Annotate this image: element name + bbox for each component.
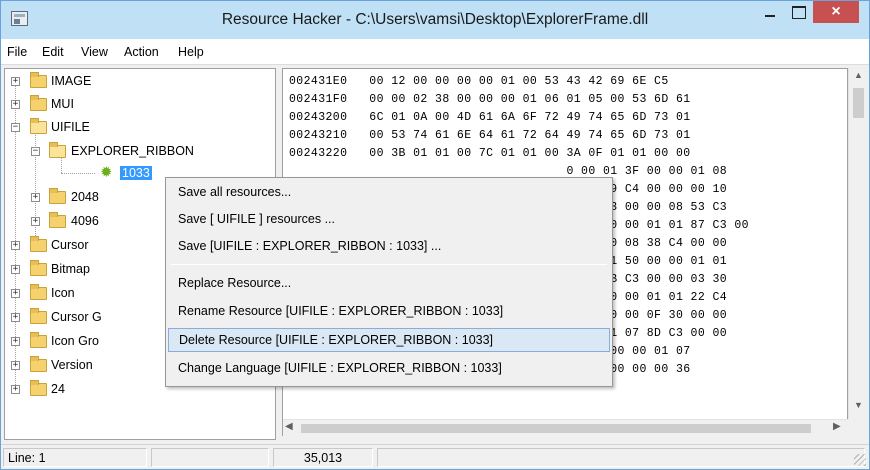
hex-row: 00243200 6C 01 0A 00 4D 61 6A 6F 72 49 7… — [289, 111, 691, 124]
folder-open-icon — [49, 142, 66, 158]
menu-change-language[interactable]: Change Language [UIFILE : EXPLORER_RIBBO… — [168, 357, 610, 381]
status-size: 35,013 — [273, 448, 373, 467]
hex-row: 002431E0 00 12 00 00 00 00 01 00 53 43 4… — [289, 75, 669, 88]
minimize-button[interactable] — [757, 1, 783, 23]
title-bar[interactable]: Resource Hacker - C:\Users\vamsi\Desktop… — [1, 1, 869, 39]
menu-file[interactable]: File — [7, 45, 27, 59]
tree-item-label: IMAGE — [51, 74, 92, 88]
tree-item-label: Cursor — [51, 238, 89, 252]
scroll-down-icon[interactable]: ▼ — [849, 400, 868, 410]
gear-icon: ✹ — [100, 164, 113, 181]
context-menu: Save all resources... Save [ UIFILE ] re… — [165, 177, 613, 387]
tree-item-label: 2048 — [71, 190, 99, 204]
expand-toggle[interactable]: + — [11, 265, 20, 274]
tree-item-label: 24 — [51, 382, 65, 396]
tree-item-label: EXPLORER_RIBBON — [71, 144, 194, 158]
expand-toggle[interactable]: + — [11, 289, 20, 298]
vertical-scrollbar[interactable]: ▲ ▼ — [848, 68, 867, 419]
expand-toggle[interactable]: + — [31, 193, 40, 202]
folder-open-icon — [30, 118, 47, 134]
menu-save-uifile-resources[interactable]: Save [ UIFILE ] resources ... — [168, 208, 610, 232]
tree-item-image[interactable]: + IMAGE — [9, 72, 269, 91]
maximize-button[interactable] — [785, 1, 811, 23]
folder-icon — [30, 284, 47, 300]
menu-separator — [171, 264, 607, 265]
menu-save-all-resources[interactable]: Save all resources... — [168, 181, 610, 205]
status-empty — [151, 448, 269, 467]
menu-rename-resource[interactable]: Rename Resource [UIFILE : EXPLORER_RIBBO… — [168, 300, 610, 324]
window-title: Resource Hacker - C:\Users\vamsi\Desktop… — [221, 11, 649, 28]
tree-item-label: Bitmap — [51, 262, 90, 276]
menu-delete-resource[interactable]: Delete Resource [UIFILE : EXPLORER_RIBBO… — [168, 328, 610, 352]
resource-hacker-window: Resource Hacker - C:\Users\vamsi\Desktop… — [0, 0, 870, 470]
collapse-toggle[interactable]: − — [31, 147, 40, 156]
folder-icon — [30, 332, 47, 348]
collapse-toggle[interactable]: − — [11, 123, 20, 132]
expand-toggle[interactable]: + — [11, 241, 20, 250]
menu-action[interactable]: Action — [124, 45, 159, 59]
hex-row: 002431F0 00 00 02 38 00 00 00 01 06 01 0… — [289, 93, 691, 106]
folder-icon — [30, 236, 47, 252]
menu-help[interactable]: Help — [178, 45, 204, 59]
menu-replace-resource[interactable]: Replace Resource... — [168, 272, 610, 296]
folder-icon — [49, 212, 66, 228]
folder-icon — [30, 95, 47, 111]
tree-item-label: Icon Gro — [51, 334, 99, 348]
tree-item-explorer-ribbon[interactable]: − EXPLORER_RIBBON — [9, 142, 269, 161]
scroll-right-icon[interactable]: ▶ — [833, 421, 841, 432]
tree-item-label: 1033 — [120, 166, 152, 180]
close-button[interactable]: × — [813, 1, 859, 23]
status-extra — [377, 448, 865, 467]
tree-item-label: Icon — [51, 286, 75, 300]
horizontal-scrollbar[interactable]: ◀ ▶ — [283, 419, 848, 436]
menu-edit[interactable]: Edit — [42, 45, 64, 59]
expand-toggle[interactable]: + — [11, 337, 20, 346]
expand-toggle[interactable]: + — [11, 385, 20, 394]
folder-icon — [49, 188, 66, 204]
tree-item-label: UIFILE — [51, 120, 90, 134]
menu-save-resource[interactable]: Save [UIFILE : EXPLORER_RIBBON : 1033] .… — [168, 235, 610, 259]
tree-item-label: 4096 — [71, 214, 99, 228]
folder-icon — [30, 308, 47, 324]
hex-row: 00243210 00 53 74 61 6E 64 61 72 64 49 7… — [289, 129, 691, 142]
tree-item-label: Version — [51, 358, 93, 372]
tree-item-label: MUI — [51, 97, 74, 111]
resize-grip-icon[interactable] — [854, 454, 866, 466]
status-bar: Line: 1 35,013 — [1, 444, 869, 469]
scroll-corner — [848, 419, 867, 436]
tree-item-uifile[interactable]: − UIFILE — [9, 118, 269, 137]
folder-icon — [30, 380, 47, 396]
hex-row: 00243220 00 3B 01 01 00 7C 01 01 00 3A 0… — [289, 147, 691, 160]
status-line: Line: 1 — [3, 448, 147, 467]
folder-icon — [30, 356, 47, 372]
expand-toggle[interactable]: + — [11, 313, 20, 322]
menu-view[interactable]: View — [81, 45, 108, 59]
expand-toggle[interactable]: + — [11, 361, 20, 370]
scroll-up-icon[interactable]: ▲ — [849, 70, 868, 80]
scroll-thumb[interactable] — [301, 424, 811, 433]
scroll-left-icon[interactable]: ◀ — [285, 421, 293, 432]
expand-toggle[interactable]: + — [31, 217, 40, 226]
expand-toggle[interactable]: + — [11, 77, 20, 86]
expand-toggle[interactable]: + — [11, 100, 20, 109]
tree-item-mui[interactable]: + MUI — [9, 95, 269, 114]
folder-icon — [30, 72, 47, 88]
tree-item-label: Cursor G — [51, 310, 102, 324]
menu-bar: File Edit View Action Help — [1, 39, 869, 65]
folder-icon — [30, 260, 47, 276]
scroll-thumb[interactable] — [853, 88, 864, 118]
